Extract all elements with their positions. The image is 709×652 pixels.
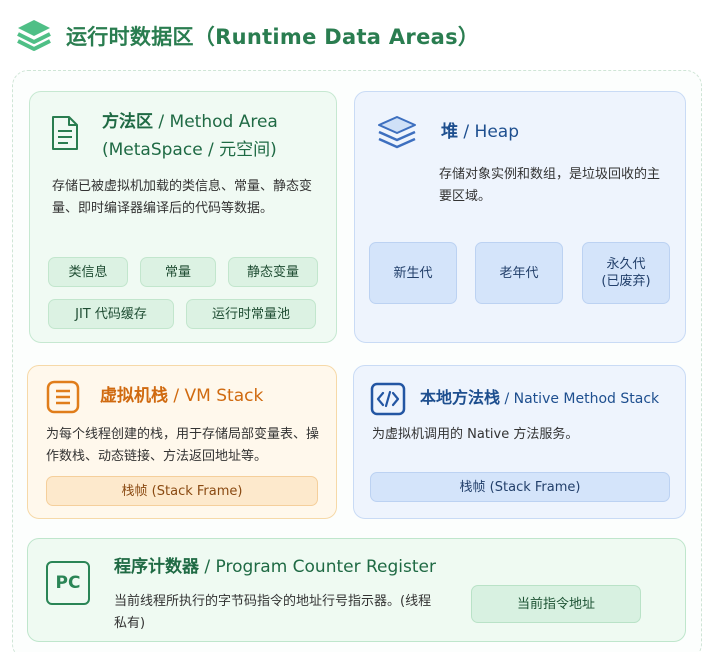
native-stack-title-cn: 本地方法栈 [420, 388, 501, 407]
chip-stack-frame: 栈帧 (Stack Frame) [46, 476, 318, 506]
chip-young-gen: 新生代 [369, 242, 457, 304]
chip-jit-cache: JIT 代码缓存 [48, 299, 174, 329]
method-area-title-en: / Method Area [153, 112, 278, 132]
native-stack-title: 本地方法栈 / Native Method Stack [420, 384, 659, 413]
document-icon [52, 116, 78, 150]
layers-icon [17, 20, 51, 51]
method-area-subtitle: (MetaSpace / 元空间) [102, 140, 277, 160]
page-header: 运行时数据区（Runtime Data Areas） [14, 14, 479, 58]
vm-stack-title-en: / VM Stack [168, 386, 264, 406]
pc-register-title: 程序计数器 / Program Counter Register [114, 553, 436, 581]
chip-current-instruction: 当前指令地址 [471, 585, 641, 623]
vm-stack-card: 虚拟机栈 / VM Stack 为每个线程创建的栈，用于存储局部变量表、操作数栈… [27, 365, 337, 519]
vm-stack-title-cn: 虚拟机栈 [100, 386, 168, 406]
native-stack-title-en: / Native Method Stack [500, 391, 660, 407]
heap-title-en: / Heap [458, 122, 519, 142]
heap-title: 堆 / Heap [441, 118, 519, 146]
native-stack-card: 本地方法栈 / Native Method Stack 为虚拟机调用的 Nati… [353, 365, 686, 519]
vm-stack-title: 虚拟机栈 / VM Stack [100, 382, 263, 410]
list-icon [46, 380, 80, 414]
chip-runtime-pool: 运行时常量池 [186, 299, 316, 329]
method-area-desc: 存储已被虚拟机加载的类信息、常量、静态变量、即时编译器编译后的代码等数据。 [52, 179, 313, 216]
method-area-title-cn: 方法区 [102, 112, 153, 132]
page-title: 运行时数据区（Runtime Data Areas） [66, 25, 480, 49]
chip-old-gen: 老年代 [475, 242, 563, 304]
pc-register-card: PC 程序计数器 / Program Counter Register 当前线程… [27, 538, 686, 642]
chip-native-stack-frame: 栈帧 (Stack Frame) [370, 472, 670, 502]
chip-constants: 常量 [140, 257, 216, 287]
chip-class-info: 类信息 [48, 257, 128, 287]
pc-register-title-en: / Program Counter Register [199, 557, 436, 577]
vm-stack-desc: 为每个线程创建的栈，用于存储局部变量表、操作数栈、动态链接、方法返回地址等。 [46, 427, 320, 464]
chip-static-vars: 静态变量 [228, 257, 318, 287]
pc-register-title-cn: 程序计数器 [114, 557, 199, 577]
native-stack-desc: 为虚拟机调用的 Native 方法服务。 [372, 427, 579, 442]
method-area-title: 方法区 / Method Area [102, 108, 278, 136]
heap-desc: 存储对象实例和数组，是垃圾回收的主要区域。 [439, 167, 661, 204]
heap-title-cn: 堆 [441, 122, 458, 142]
layers-icon [378, 116, 416, 149]
pc-icon: PC [46, 561, 90, 605]
pc-register-desc: 当前线程所执行的字节码指令的地址行号指示器。(线程私有) [114, 594, 432, 631]
method-area-card: 方法区 / Method Area (MetaSpace / 元空间) 存储已被… [29, 91, 337, 343]
chip-perm-gen: 永久代 (已废弃) [582, 242, 670, 304]
heap-card: 堆 / Heap 存储对象实例和数组，是垃圾回收的主要区域。 新生代 老年代 永… [354, 91, 686, 343]
code-icon [370, 382, 406, 416]
